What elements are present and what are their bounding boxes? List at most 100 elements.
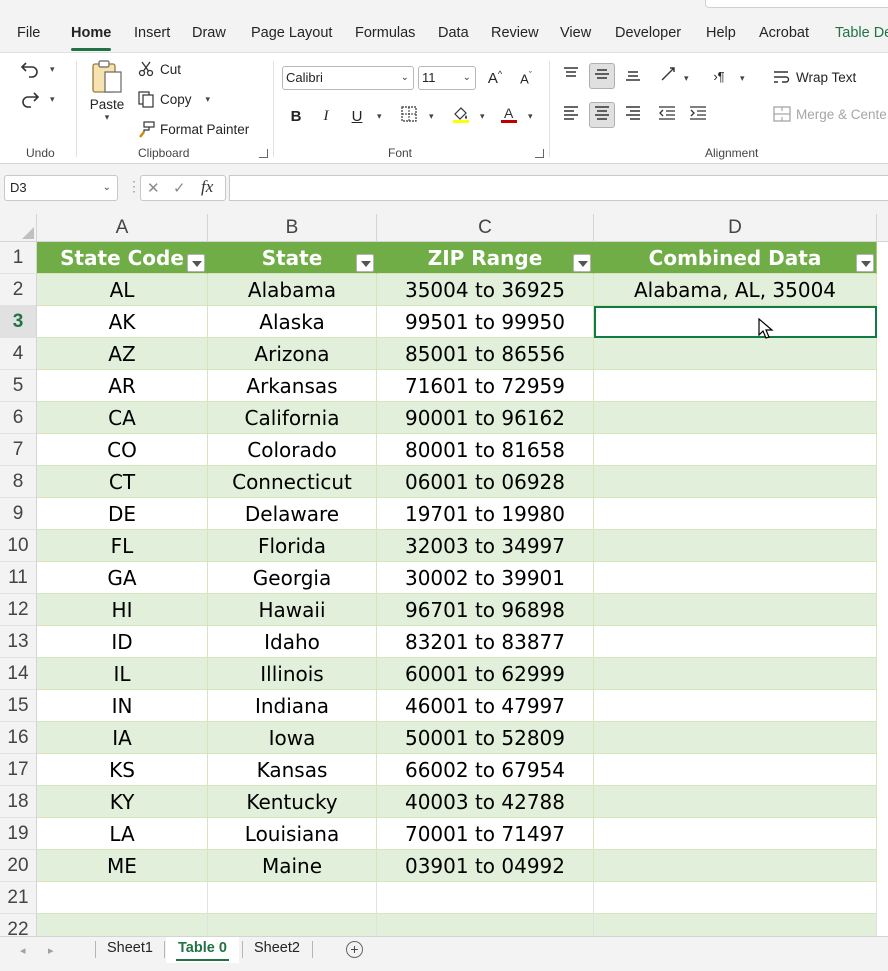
- format-painter-button[interactable]: Format Painter: [138, 121, 249, 138]
- row-header[interactable]: 11: [0, 562, 37, 594]
- tab-draw[interactable]: Draw: [192, 25, 226, 41]
- align-right-button[interactable]: [620, 102, 646, 128]
- table-cell[interactable]: Arizona: [208, 338, 377, 370]
- table-cell[interactable]: 06001 to 06928: [377, 466, 594, 498]
- table-cell[interactable]: 46001 to 47997: [377, 690, 594, 722]
- table-cell[interactable]: Hawaii: [208, 594, 377, 626]
- table-cell[interactable]: KS: [37, 754, 208, 786]
- increase-font-size-button[interactable]: A^: [482, 65, 508, 91]
- copy-button[interactable]: Copy ▾: [138, 91, 210, 108]
- table-cell[interactable]: 30002 to 39901: [377, 562, 594, 594]
- name-box[interactable]: D3 ⌄: [4, 175, 118, 201]
- table-cell[interactable]: Iowa: [208, 722, 377, 754]
- undo-button[interactable]: ▾: [20, 59, 55, 79]
- table-cell[interactable]: Colorado: [208, 434, 377, 466]
- tab-table-design[interactable]: Table De: [835, 25, 888, 41]
- dialog-launcher-icon[interactable]: [535, 149, 544, 158]
- filter-dropdown-icon[interactable]: [573, 254, 591, 272]
- row-header[interactable]: 9: [0, 498, 37, 530]
- table-cell[interactable]: 03901 to 04992: [377, 850, 594, 882]
- table-cell[interactable]: [594, 850, 877, 882]
- table-cell[interactable]: CT: [37, 466, 208, 498]
- table-cell[interactable]: Illinois: [208, 658, 377, 690]
- tab-review[interactable]: Review: [491, 25, 539, 41]
- table-cell[interactable]: AK: [37, 306, 208, 338]
- text-direction-button[interactable]: ›¶: [706, 63, 732, 89]
- align-left-button[interactable]: [558, 102, 584, 128]
- table-cell[interactable]: Maine: [208, 850, 377, 882]
- table-cell[interactable]: ID: [37, 626, 208, 658]
- tab-page-layout[interactable]: Page Layout: [251, 25, 332, 41]
- empty-cell[interactable]: [377, 914, 594, 936]
- row-header[interactable]: 8: [0, 466, 37, 498]
- paste-button[interactable]: Paste ▾: [88, 59, 126, 123]
- chevron-down-icon[interactable]: ▾: [480, 111, 485, 122]
- tab-data[interactable]: Data: [438, 25, 469, 41]
- formula-input[interactable]: [229, 175, 888, 201]
- scroll-tabs-left-icon[interactable]: ◂: [20, 944, 26, 957]
- tab-developer[interactable]: Developer: [615, 25, 681, 41]
- row-header[interactable]: 2: [0, 274, 37, 306]
- table-cell[interactable]: 80001 to 81658: [377, 434, 594, 466]
- add-sheet-icon[interactable]: +: [346, 941, 363, 958]
- table-cell[interactable]: AL: [37, 274, 208, 306]
- table-cell[interactable]: HI: [37, 594, 208, 626]
- tab-home[interactable]: Home: [71, 25, 111, 41]
- table-cell[interactable]: 85001 to 86556: [377, 338, 594, 370]
- empty-cell[interactable]: [208, 882, 377, 914]
- table-cell[interactable]: 66002 to 67954: [377, 754, 594, 786]
- increase-indent-button[interactable]: [685, 102, 711, 128]
- row-header[interactable]: 7: [0, 434, 37, 466]
- column-header-e[interactable]: [877, 214, 888, 242]
- table-cell[interactable]: [594, 466, 877, 498]
- table-cell[interactable]: [594, 786, 877, 818]
- row-header[interactable]: 21: [0, 882, 37, 914]
- table-cell[interactable]: Kansas: [208, 754, 377, 786]
- align-center-button[interactable]: [589, 102, 615, 128]
- filter-dropdown-icon[interactable]: [856, 254, 874, 272]
- table-header-cell[interactable]: Combined Data: [594, 242, 877, 274]
- table-cell[interactable]: 19701 to 19980: [377, 498, 594, 530]
- table-cell[interactable]: Indiana: [208, 690, 377, 722]
- underline-button[interactable]: U: [344, 103, 370, 129]
- table-cell[interactable]: Georgia: [208, 562, 377, 594]
- chevron-down-icon[interactable]: ▾: [206, 94, 211, 105]
- italic-button[interactable]: I: [313, 103, 339, 129]
- chevron-down-icon[interactable]: ▾: [429, 111, 434, 122]
- row-header[interactable]: 20: [0, 850, 37, 882]
- chevron-down-icon[interactable]: ▾: [50, 94, 55, 105]
- filter-dropdown-icon[interactable]: [187, 254, 205, 272]
- font-name-select[interactable]: Calibri ⌄: [282, 66, 414, 90]
- table-cell[interactable]: Alabama: [208, 274, 377, 306]
- merge-center-button[interactable]: Merge & Cente: [773, 106, 887, 122]
- table-cell[interactable]: FL: [37, 530, 208, 562]
- search-box[interactable]: [705, 0, 888, 8]
- sheet-tab-sheet1[interactable]: Sheet1: [95, 937, 165, 963]
- row-header[interactable]: 1: [0, 242, 37, 274]
- tab-file[interactable]: File: [17, 25, 40, 41]
- confirm-entry-icon[interactable]: ✓: [173, 179, 186, 197]
- font-size-select[interactable]: 11 ⌄: [418, 66, 476, 90]
- table-cell[interactable]: 40003 to 42788: [377, 786, 594, 818]
- table-cell[interactable]: 70001 to 71497: [377, 818, 594, 850]
- empty-cell[interactable]: [594, 882, 877, 914]
- cut-button[interactable]: Cut: [138, 61, 181, 77]
- table-cell[interactable]: 60001 to 62999: [377, 658, 594, 690]
- table-cell[interactable]: [594, 818, 877, 850]
- table-cell[interactable]: Idaho: [208, 626, 377, 658]
- wrap-text-button[interactable]: Wrap Text: [773, 69, 856, 85]
- table-header-cell[interactable]: State: [208, 242, 377, 274]
- middle-align-button[interactable]: [589, 63, 615, 89]
- table-cell[interactable]: 50001 to 52809: [377, 722, 594, 754]
- table-cell[interactable]: 90001 to 96162: [377, 402, 594, 434]
- column-header-d[interactable]: D: [594, 214, 877, 242]
- table-cell[interactable]: Alaska: [208, 306, 377, 338]
- chevron-down-icon[interactable]: ▾: [740, 73, 745, 84]
- column-header-a[interactable]: A: [37, 214, 208, 242]
- redo-button[interactable]: ▾: [20, 89, 55, 109]
- table-cell[interactable]: IL: [37, 658, 208, 690]
- table-cell[interactable]: California: [208, 402, 377, 434]
- row-header[interactable]: 4: [0, 338, 37, 370]
- insert-function-icon[interactable]: fx: [201, 177, 213, 197]
- chevron-down-icon[interactable]: ▾: [105, 112, 110, 123]
